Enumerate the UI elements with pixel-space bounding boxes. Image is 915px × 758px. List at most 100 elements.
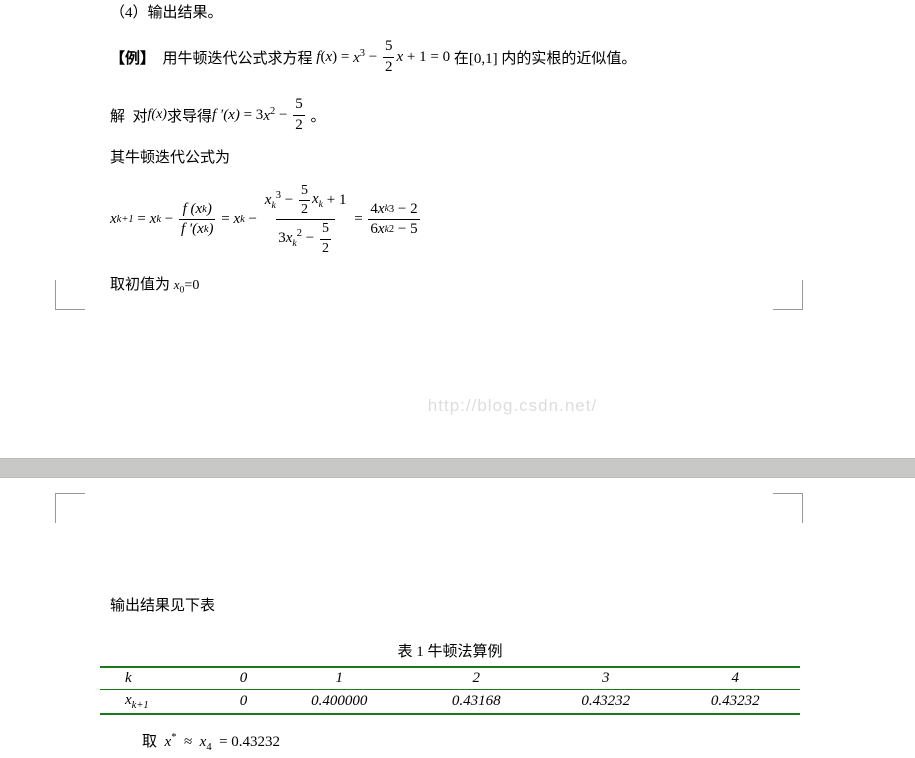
final-num: 4xk3 − 2: [368, 200, 419, 220]
solve-text-2: 求导得: [167, 105, 212, 126]
eq-b: =: [217, 211, 233, 228]
table-wrap: 表 1 牛顿法算例 k 0 1 2 3 4 xk+1 0 0.400000 0.…: [100, 640, 800, 715]
td-x: x: [125, 692, 132, 708]
x-cubed: x3: [353, 48, 365, 67]
eq-3: = 3: [240, 107, 263, 123]
th-2: 2: [412, 667, 542, 690]
td-xk1: xk+1: [100, 689, 220, 714]
xk-b: xk: [233, 211, 244, 228]
expanded-num: xk3 − 5 2 xk + 1: [263, 182, 349, 219]
example-line: 【例】 用牛顿迭代公式求方程 f(x) = x3 − 5 2 x + 1 = 0…: [110, 37, 915, 77]
fpxk-den-t: f ′(x: [181, 220, 204, 240]
fn-x: x: [378, 200, 385, 220]
exp-minus: −: [281, 191, 297, 211]
solve-line: 解 对 f(x) 求导得 f ′(x) = 3 x2 − 5 2 。: [110, 95, 915, 135]
eq-0: =0: [184, 278, 199, 293]
plus1-inner: + 1: [323, 191, 346, 211]
table-caption: 表 1 牛顿法算例: [100, 640, 800, 661]
xk1: xk+1: [110, 211, 134, 228]
fd-m5: − 5: [394, 220, 417, 240]
frac-5-2-b: 5 2: [293, 95, 305, 135]
newton-table: k 0 1 2 3 4 xk+1 0 0.400000 0.43168 0.43…: [100, 666, 800, 715]
page-gap: [0, 458, 915, 478]
x-base: x: [353, 50, 360, 66]
table-data-row: xk+1 0 0.400000 0.43168 0.43232 0.43232: [100, 689, 800, 714]
fxk-num-t: f (x: [183, 200, 203, 220]
xk-x: x: [150, 211, 157, 228]
final-den: 6xk2 − 5: [368, 219, 419, 240]
td-0: 0: [220, 689, 267, 714]
xk3-sub: k: [271, 200, 275, 211]
minus-b: −: [245, 211, 261, 228]
example-text-1: 用牛顿迭代公式求方程: [155, 47, 316, 68]
fpxk-den-c: ): [208, 220, 213, 240]
fprime: f ′(x): [212, 107, 240, 124]
i52a-n: 5: [299, 182, 310, 200]
3xk2: xk2: [286, 227, 302, 251]
example-prefix: 【例】: [110, 47, 155, 68]
den-2: 2: [383, 57, 395, 78]
approx: ≈: [180, 734, 196, 750]
i52b-n: 5: [320, 220, 331, 238]
td-sub: k+1: [132, 700, 149, 711]
3xk2-sub: k: [292, 238, 296, 249]
xk3: xk3: [265, 189, 281, 213]
result-line: 取 x* ≈ x4 = 0.43232: [110, 729, 915, 758]
inner-52-a: 5 2: [299, 182, 310, 219]
num-5b: 5: [293, 95, 305, 115]
xk1-sub: k+1: [117, 214, 134, 225]
td-2: 0.43168: [412, 689, 542, 714]
fn-4: 4: [370, 200, 378, 220]
x-squared: x2: [263, 106, 275, 125]
fprime-x: (x): [223, 107, 240, 123]
frac-final: 4xk3 − 2 6xk2 − 5: [368, 200, 419, 240]
fxk-num-c: ): [207, 200, 212, 220]
inner-52-b: 5 2: [320, 220, 331, 257]
page2-corner-tr: [773, 493, 803, 523]
page-corner-bl: [55, 280, 85, 310]
th-4: 4: [671, 667, 801, 690]
result-prefix: 取: [142, 734, 161, 750]
fx-literal: f(x): [148, 107, 167, 123]
table-header-row: k 0 1 2 3 4: [100, 667, 800, 690]
td-4: 0.43232: [671, 689, 801, 714]
solve-prefix: 解: [110, 105, 125, 126]
output-table-text: 输出结果见下表: [110, 593, 915, 620]
star: *: [171, 732, 176, 743]
minus-1: −: [365, 49, 381, 66]
frac-5-2: 5 2: [383, 37, 395, 77]
xk-x2: x: [233, 211, 240, 228]
x4: x4: [200, 734, 212, 750]
i52a-d: 2: [299, 200, 310, 219]
newton-label-text: 其牛顿迭代公式为: [110, 150, 230, 166]
plus-1-eq-0: + 1 = 0: [403, 49, 454, 66]
watermark: http://blog.csdn.net/: [110, 371, 915, 458]
fn-m2: − 2: [394, 200, 417, 220]
td-3: 0.43232: [541, 689, 671, 714]
eq-c: =: [350, 211, 366, 228]
td-1: 0.400000: [267, 689, 412, 714]
den-minus: −: [302, 229, 318, 249]
step4-text: （4）输出结果。: [110, 5, 223, 21]
xk1-x: x: [110, 211, 117, 228]
x-sq-base: x: [263, 108, 270, 124]
x0: x0: [174, 277, 185, 292]
x4-sub: 4: [206, 742, 211, 753]
th-0: 0: [220, 667, 267, 690]
th-k: k: [100, 667, 220, 690]
step-4-output: （4）输出结果。: [110, 0, 915, 27]
i52b-d: 2: [320, 239, 331, 258]
page2-corner-tl: [55, 493, 85, 523]
expanded-den: 3xk2 − 5 2: [276, 219, 335, 257]
xk-inner: xk: [312, 190, 323, 212]
eq-3x2: = 3: [240, 107, 263, 124]
fxk-num: f (xk): [181, 200, 214, 220]
den-2b: 2: [293, 115, 305, 136]
num-5: 5: [383, 37, 395, 57]
frac-expanded: xk3 − 5 2 xk + 1 3xk2 − 5 2: [263, 182, 349, 258]
example-text-2: 在[0,1] 内的实根的近似值。: [454, 47, 637, 68]
eq-a: =: [134, 211, 150, 228]
solve-text-1: 对: [125, 105, 148, 126]
3xk2-pre: 3: [278, 229, 286, 249]
minus-2: −: [275, 107, 291, 124]
